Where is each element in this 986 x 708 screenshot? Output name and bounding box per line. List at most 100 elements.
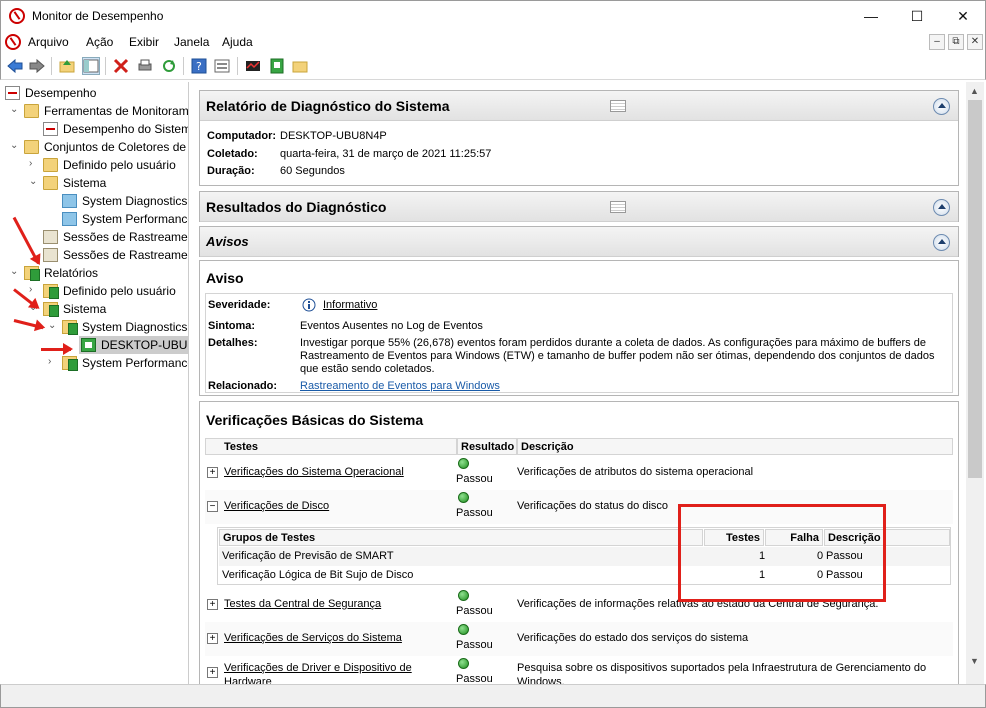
tree-item[interactable]: › System Performance [1,354,188,372]
tree-item[interactable]: ⌄ System Diagnostics [1,318,188,336]
tree-item[interactable]: ⌄ Relatórios [1,264,188,282]
menu-acao[interactable]: Ação [86,35,113,49]
tree-item[interactable]: System Performance [1,210,189,228]
chevron-right-icon[interactable]: › [48,356,58,367]
refresh-icon[interactable] [161,58,177,74]
chevron-down-icon[interactable]: ⌄ [10,104,20,115]
test-link[interactable]: Verificações de Serviços do Sistema [224,632,402,644]
chevron-down-icon[interactable]: ⌄ [10,140,20,151]
scrollbar-thumb[interactable] [968,100,982,478]
tree-item[interactable]: Desempenho [1,84,188,102]
tree-item[interactable]: DESKTOP-UBU8N4P_20210331-000001 [79,336,188,354]
test-link[interactable]: Verificações de Driver e Dispositivo de … [224,661,434,684]
system-menu-icon[interactable] [5,34,21,50]
folder-icon [24,140,39,154]
print-icon[interactable] [137,58,153,74]
collapse-icon[interactable] [933,234,950,251]
expand-icon[interactable]: + [207,467,218,478]
forward-icon[interactable] [29,58,45,74]
table-view-icon[interactable] [610,201,626,213]
navigation-tree: Desempenho ⌄ Ferramentas de Monitoramento D… [1,82,189,684]
chevron-down-icon[interactable]: ⌄ [48,320,58,331]
tree-item[interactable]: › Definido pelo usuário [1,156,188,174]
vertical-scrollbar[interactable]: ▲ ▼ [966,82,984,684]
menu-ajuda[interactable]: Ajuda [222,35,253,49]
severity-value[interactable]: Informativo [323,299,377,311]
close-button[interactable]: ✕ [940,1,986,32]
col-header-groups: Grupos de Testes [223,532,316,544]
mdi-close-button[interactable]: ✕ [967,34,983,50]
tree-item[interactable]: ⌄ Sistema [1,174,188,192]
menu-arquivo[interactable]: Arquivo [28,35,69,49]
back-icon[interactable] [7,58,23,74]
test-result: Passou [456,507,493,519]
tree-item-label: System Performance [82,212,189,226]
delete-icon[interactable] [113,58,129,74]
collapse-icon[interactable] [933,199,950,216]
mdi-restore-button[interactable]: ⧉ [948,34,964,50]
help-icon[interactable]: ? [191,58,207,74]
performance-monitor-icon[interactable] [245,58,261,74]
tree-item[interactable]: System Diagnostics [1,192,188,210]
test-link[interactable]: Testes da Central de Segurança [224,598,381,610]
app-icon [9,8,25,24]
info-key: Duração: [207,165,255,177]
details-key: Detalhes: [208,337,258,349]
annotation-arrow [41,343,73,355]
test-link[interactable]: Verificações do Sistema Operacional [224,466,404,478]
tree-item-label: Sessões de Rastreamento de Eventos [63,230,188,244]
col-header-description: Descrição [521,441,574,453]
toolbar-separator [183,57,184,75]
chevron-down-icon[interactable]: ⌄ [29,176,39,187]
toolbar-separator [105,57,106,75]
scroll-down-icon[interactable]: ▼ [970,656,979,666]
expand-icon[interactable]: + [207,599,218,610]
table-view-icon[interactable] [610,100,626,112]
up-folder-icon[interactable] [59,58,75,74]
tree-item[interactable]: Desempenho do Sistema [1,120,188,138]
toolbar-separator [51,57,52,75]
warnings-header[interactable]: Avisos [200,227,958,257]
chevron-right-icon[interactable]: › [29,158,39,169]
table-row: + Verificações de Driver e Dispositivo d… [205,656,953,684]
status-bar [0,684,986,708]
results-title: Resultados do Diagnóstico [206,199,387,215]
scroll-up-icon[interactable]: ▲ [970,86,979,96]
warnings-title: Avisos [206,234,249,249]
symptom-value: Eventos Ausentes no Log de Eventos [300,320,483,332]
collector-set-icon [62,194,77,208]
chevron-right-icon[interactable]: › [29,284,39,295]
warnings-section: Avisos [199,226,959,257]
report-icon[interactable] [269,58,285,74]
svg-text:?: ? [196,60,202,73]
maximize-button[interactable]: ☐ [894,1,940,32]
passed-icon [458,658,469,669]
results-header[interactable]: Resultados do Diagnóstico [200,192,958,222]
minimize-button[interactable]: — [848,1,894,32]
collapse-icon[interactable] [933,98,950,115]
info-icon [302,298,316,312]
trace-icon [43,248,58,262]
related-link[interactable]: Rastreamento de Eventos para Windows [300,380,500,392]
tree-item[interactable]: ⌄ Conjuntos de Coletores de Dados [1,138,188,156]
expand-icon[interactable]: + [207,633,218,644]
show-hide-tree-icon[interactable] [82,57,100,75]
collector-set-icon [62,212,77,226]
expand-icon[interactable]: + [207,667,218,678]
info-value: DESKTOP-UBU8N4P [280,130,387,142]
tree-item[interactable]: › Definido pelo usuário [1,282,188,300]
tree-item-label: Conjuntos de Coletores de Dados [44,140,188,154]
passed-icon [458,590,469,601]
mdi-minimize-button[interactable]: – [929,34,945,50]
collapse-row-icon[interactable]: − [207,501,218,512]
properties-icon[interactable] [214,58,230,74]
report-folder-icon [43,284,59,299]
related-key: Relacionado: [208,380,278,392]
tree-item-label: Definido pelo usuário [63,284,176,298]
menu-janela[interactable]: Janela [174,35,209,49]
menu-exibir[interactable]: Exibir [129,35,159,49]
tree-item[interactable]: ⌄ Ferramentas de Monitoramento [1,102,188,120]
test-link[interactable]: Verificações de Disco [224,500,329,512]
chevron-down-icon[interactable]: ⌄ [10,266,20,277]
open-folder-icon[interactable] [292,58,308,74]
